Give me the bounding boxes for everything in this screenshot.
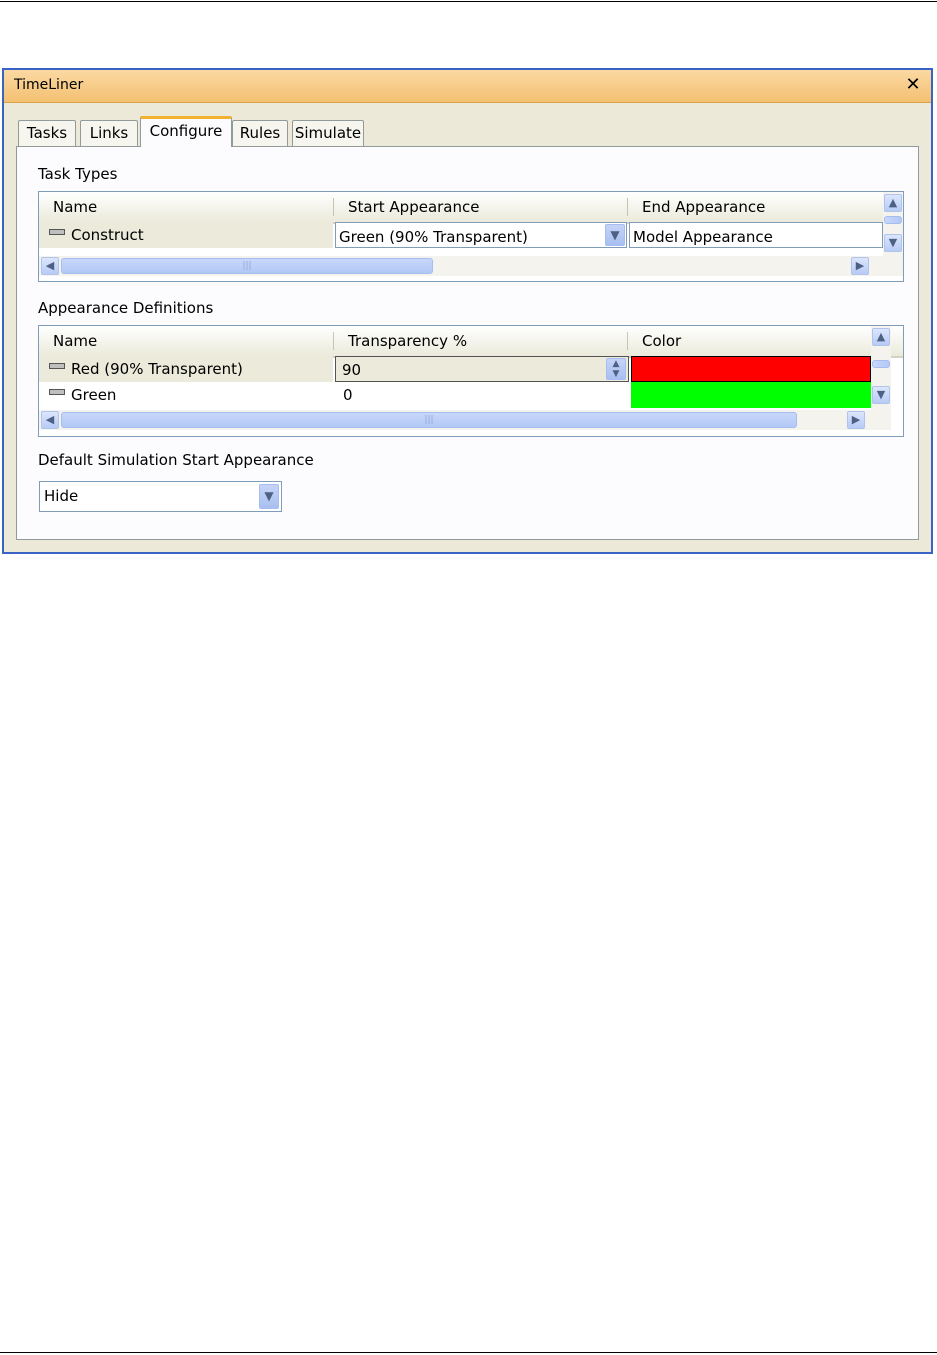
transparency-spinner[interactable]: 90 ▲ ▼ [335,356,629,382]
chevron-left-icon[interactable]: ◀ [41,257,59,275]
default-start-select[interactable]: Hide ▼ [39,481,282,512]
column-header-start-appearance[interactable]: Start Appearance [348,198,479,216]
column-header-color[interactable]: Color [642,332,681,350]
color-swatch[interactable] [631,382,871,408]
column-divider[interactable] [627,198,628,216]
column-header-name[interactable]: Name [53,332,97,350]
column-divider[interactable] [627,332,628,350]
task-types-grid: Name Start Appearance End Appearance Con… [38,191,904,282]
column-divider[interactable] [333,332,334,350]
configure-panel: Task Types Name Start Appearance End App… [16,146,919,540]
chevron-down-icon[interactable]: ▼ [872,386,890,404]
appearance-definitions-label: Appearance Definitions [38,299,214,317]
row-header[interactable]: Green [39,382,333,408]
color-swatch[interactable] [631,356,871,382]
vertical-scrollbar[interactable]: ▲ ▼ [883,192,903,256]
tab-simulate[interactable]: Simulate [292,120,364,146]
chevron-down-icon[interactable]: ▼ [605,224,625,246]
window-title: TimeLiner [14,77,84,93]
column-header-transparency[interactable]: Transparency % [348,332,467,350]
horizontal-scrollbar[interactable]: ◀ ||| ▶ [39,410,891,430]
horizontal-scrollbar[interactable]: ◀ ||| ▶ [39,256,903,276]
row-indicator-icon [49,389,65,395]
page-top-rule [0,1,937,2]
chevron-down-icon[interactable]: ▼ [259,484,279,509]
vertical-scrollbar[interactable]: ▲ ▼ [871,326,891,410]
spinner-updown-icon[interactable]: ▲ ▼ [606,358,626,380]
scroll-thumb[interactable]: ||| [61,258,433,274]
table-row[interactable]: Red (90% Transparent) 90 ▲ ▼ [39,356,871,382]
row-header[interactable]: Construct [39,222,333,248]
row-indicator-icon [49,229,65,235]
page-bottom-rule [0,1352,937,1353]
appearance-definitions-grid: Name Transparency % Color Red (90% Trans… [38,325,904,437]
table-row[interactable]: Green 0 [39,382,871,408]
start-appearance-select[interactable]: Green (90% Transparent) ▼ [335,222,627,248]
chevron-right-icon[interactable]: ▶ [851,257,869,275]
row-header[interactable]: Red (90% Transparent) [39,356,333,382]
tab-configure[interactable]: Configure [140,116,232,147]
default-start-label: Default Simulation Start Appearance [38,451,314,469]
chevron-left-icon[interactable]: ◀ [41,411,59,429]
timeliner-window: TimeLiner ✕ Tasks Links Configure Rules … [2,68,933,554]
transparency-cell[interactable]: 0 [335,382,629,408]
task-type-name: Construct [71,226,144,244]
chevron-up-icon[interactable]: ▲ [884,194,902,212]
row-indicator-icon [49,363,65,369]
column-divider[interactable] [333,198,334,216]
chevron-up-icon[interactable]: ▲ [872,328,890,346]
end-appearance-select[interactable]: Model Appearance [629,222,883,248]
task-types-label: Task Types [38,165,118,183]
appearance-name: Red (90% Transparent) [71,360,243,378]
tab-tasks[interactable]: Tasks [18,120,76,146]
title-bar[interactable]: TimeLiner ✕ [4,70,931,103]
chevron-right-icon[interactable]: ▶ [847,411,865,429]
close-icon[interactable]: ✕ [903,74,923,96]
scroll-thumb[interactable]: ||| [61,412,797,428]
grid-header: Name Transparency % Color [39,326,903,358]
grid-header: Name Start Appearance End Appearance [39,192,903,224]
tab-rules[interactable]: Rules [232,120,288,146]
chevron-down-icon[interactable]: ▼ [884,234,902,252]
scroll-thumb[interactable] [872,360,890,368]
column-header-name[interactable]: Name [53,198,97,216]
column-header-end-appearance[interactable]: End Appearance [642,198,765,216]
scroll-thumb[interactable] [884,216,902,224]
tab-links[interactable]: Links [80,120,138,146]
table-row[interactable]: Construct Green (90% Transparent) ▼ Mode… [39,222,883,248]
appearance-name: Green [71,386,117,404]
